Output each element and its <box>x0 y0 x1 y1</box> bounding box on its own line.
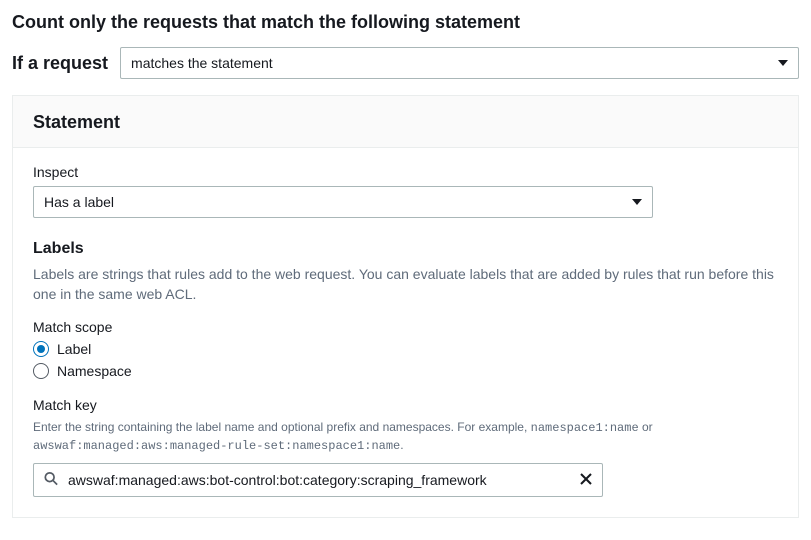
search-icon <box>44 472 58 489</box>
radio-option-text: Namespace <box>57 363 132 379</box>
statement-panel-title: Statement <box>33 112 778 133</box>
labels-section-title: Labels <box>33 240 778 258</box>
rule-condition-select[interactable]: matches the statement <box>120 47 799 79</box>
clear-icon[interactable] <box>580 472 592 488</box>
radio-icon <box>33 363 49 379</box>
rule-if-label: If a request <box>12 53 108 74</box>
statement-panel: Statement Inspect Has a label Labels Lab… <box>12 95 799 518</box>
inspect-value: Has a label <box>44 194 114 210</box>
page-title: Count only the requests that match the f… <box>12 12 799 33</box>
match-key-hint: Enter the string containing the label na… <box>33 419 778 456</box>
rule-condition-row: If a request matches the statement <box>12 47 799 79</box>
match-key-label: Match key <box>33 397 778 413</box>
inspect-label: Inspect <box>33 164 778 180</box>
rule-condition-value: matches the statement <box>131 55 273 71</box>
radio-option-text: Label <box>57 341 91 357</box>
statement-panel-header: Statement <box>13 96 798 148</box>
match-scope-radio-namespace[interactable]: Namespace <box>33 363 778 379</box>
match-key-input-wrapper <box>33 463 603 497</box>
caret-down-icon <box>778 60 788 66</box>
statement-panel-body: Inspect Has a label Labels Labels are st… <box>13 148 798 517</box>
inspect-select[interactable]: Has a label <box>33 186 653 218</box>
match-scope-label: Match scope <box>33 319 778 335</box>
match-key-input[interactable] <box>68 472 568 488</box>
labels-description: Labels are strings that rules add to the… <box>33 264 778 305</box>
caret-down-icon <box>632 199 642 205</box>
radio-icon <box>33 341 49 357</box>
match-scope-radio-group: Label Namespace <box>33 341 778 379</box>
match-scope-radio-label[interactable]: Label <box>33 341 778 357</box>
